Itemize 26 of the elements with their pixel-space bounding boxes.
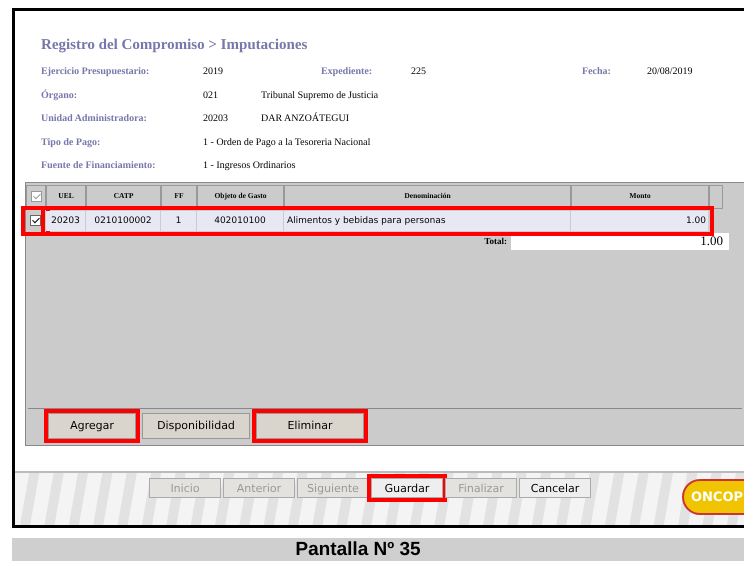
header-checkbox[interactable] [30, 191, 42, 202]
field-description: Tribunal Supremo de Justicia [261, 90, 378, 101]
page-title: Registro del Compromiso > Imputaciones [41, 37, 308, 54]
field-label: Órgano: [41, 90, 78, 101]
row-checkbox[interactable] [30, 215, 41, 226]
field-label: Tipo de Pago: [41, 136, 102, 148]
field-value: 021 [203, 90, 219, 101]
field-value: 225 [411, 66, 426, 78]
field-description: DAR ANZOÁTEGUI [261, 113, 350, 124]
logo-badge: ONCOP [682, 479, 744, 515]
nav-button[interactable]: Cancelar [519, 478, 591, 498]
field-value: 20203 [203, 113, 229, 124]
field-label: Fuente de Financiamiento: [41, 160, 156, 172]
field-label: Unidad Administradora: [41, 113, 148, 124]
field-value: 20/08/2019 [647, 66, 693, 78]
field-value: 1 - Orden de Pago a la Tesoreria Nacional [203, 136, 370, 148]
field-label: Expediente: [321, 66, 372, 78]
table-row[interactable]: 20203 0210100002 1 402010100 Alimentos y bebidas para personas 1.00 [46, 210, 709, 230]
field-value: 1 - Ingresos Ordinarios [203, 160, 296, 172]
header-filler [709, 184, 723, 208]
field-value: 2019 [203, 66, 224, 78]
field-label: Ejercicio Presupuestario: [41, 66, 150, 78]
action-button[interactable]: Disponibilidad [142, 412, 250, 438]
screen-caption: Pantalla Nº 35 [12, 538, 744, 561]
field-label: Fecha: [582, 66, 611, 78]
total-label: Total: [484, 236, 507, 246]
